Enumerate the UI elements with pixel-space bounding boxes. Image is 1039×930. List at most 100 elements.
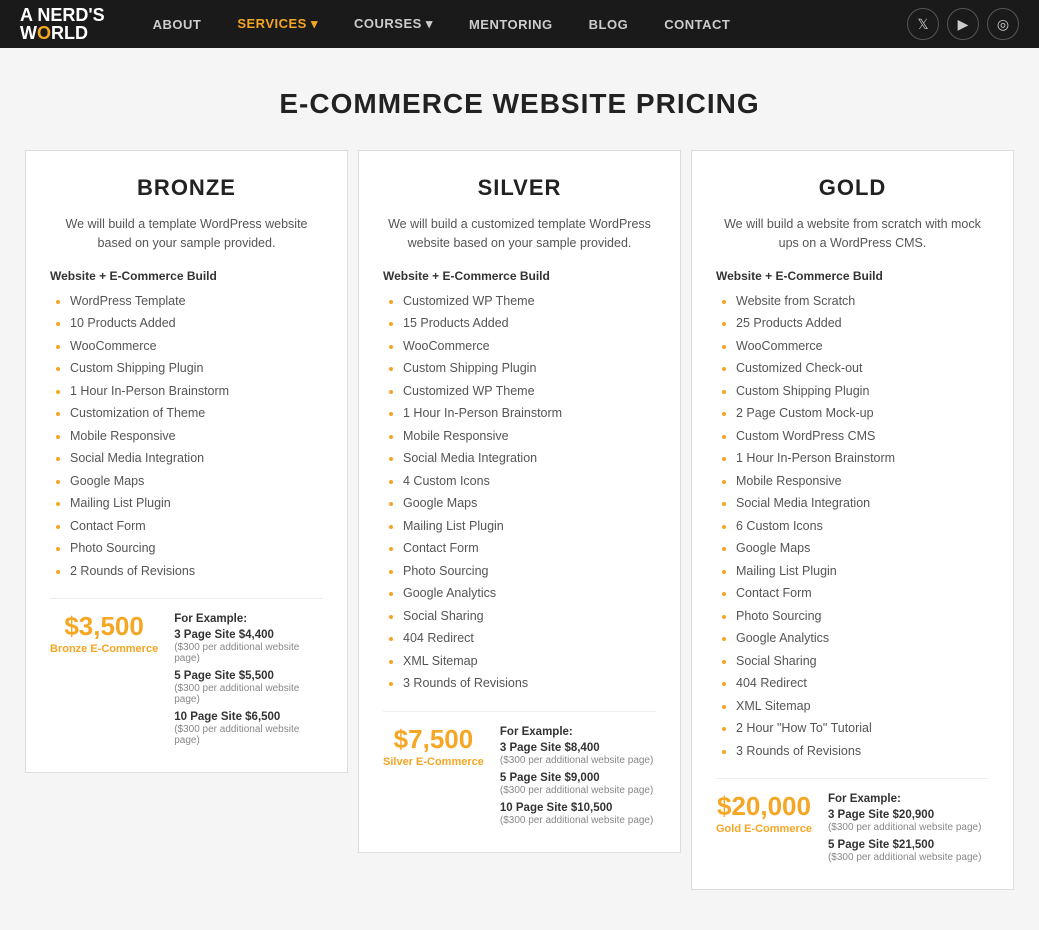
silver-price-block: $7,500 Silver E-Commerce: [383, 726, 484, 768]
list-item: 3 Rounds of Revisions: [736, 743, 989, 761]
gold-features: Website from Scratch 25 Products Added W…: [716, 293, 989, 761]
list-item: 15 Products Added: [403, 315, 656, 333]
nav-contact[interactable]: CONTACT: [646, 0, 748, 48]
list-item: Social Media Integration: [70, 450, 323, 468]
bronze-section-header: Website + E-Commerce Build: [50, 269, 323, 283]
list-item: Mobile Responsive: [403, 428, 656, 446]
list-item: Customized WP Theme: [403, 383, 656, 401]
list-item: 2 Hour "How To" Tutorial: [736, 720, 989, 738]
list-item: 1 Hour In-Person Brainstorm: [736, 450, 989, 468]
list-item: XML Sitemap: [403, 653, 656, 671]
list-item: Social Media Integration: [403, 450, 656, 468]
list-item: 2 Page Custom Mock-up: [736, 405, 989, 423]
gold-price-label: Gold E-Commerce: [716, 823, 812, 835]
silver-price-label: Silver E-Commerce: [383, 756, 484, 768]
gold-desc: We will build a website from scratch wit…: [716, 215, 989, 253]
list-item: Contact Form: [736, 585, 989, 603]
list-item: 4 Custom Icons: [403, 473, 656, 491]
list-item: Contact Form: [70, 518, 323, 536]
list-item: 1 Hour In-Person Brainstorm: [70, 383, 323, 401]
silver-example-2-note: ($300 per additional website page): [500, 815, 656, 826]
silver-example-0-note: ($300 per additional website page): [500, 755, 656, 766]
list-item: 404 Redirect: [403, 630, 656, 648]
gold-footer: $20,000 Gold E-Commerce For Example: 3 P…: [716, 778, 989, 869]
gold-price-block: $20,000 Gold E-Commerce: [716, 793, 812, 835]
bronze-price: $3,500: [50, 613, 158, 639]
gold-title: GOLD: [716, 175, 989, 201]
bronze-price-block: $3,500 Bronze E-Commerce: [50, 613, 158, 655]
page-title: E-COMMERCE WEBSITE PRICING: [0, 48, 1039, 150]
list-item: Website from Scratch: [736, 293, 989, 311]
list-item: 1 Hour In-Person Brainstorm: [403, 405, 656, 423]
bronze-example-0-note: ($300 per additional website page): [174, 642, 323, 664]
nav-mentoring[interactable]: MENTORING: [451, 0, 571, 48]
bronze-card: BRONZE We will build a template WordPres…: [25, 150, 348, 773]
list-item: Google Maps: [403, 495, 656, 513]
silver-example-0: 3 Page Site $8,400: [500, 742, 656, 754]
list-item: Google Maps: [70, 473, 323, 491]
list-item: Google Analytics: [736, 630, 989, 648]
instagram-icon[interactable]: ◎: [987, 8, 1019, 40]
silver-section-header: Website + E-Commerce Build: [383, 269, 656, 283]
gold-example-0: 3 Page Site $20,900: [828, 809, 989, 821]
nav-logo: A NERD'SWORLD: [20, 6, 105, 42]
list-item: 6 Custom Icons: [736, 518, 989, 536]
list-item: Photo Sourcing: [403, 563, 656, 581]
list-item: Social Sharing: [403, 608, 656, 626]
list-item: Google Maps: [736, 540, 989, 558]
bronze-example-2: 10 Page Site $6,500: [174, 711, 323, 723]
list-item: WooCommerce: [736, 338, 989, 356]
nav-social-icons: 𝕏 ▶ ◎: [907, 8, 1019, 40]
bronze-example-2-note: ($300 per additional website page): [174, 724, 323, 746]
bronze-example-1-note: ($300 per additional website page): [174, 683, 323, 705]
list-item: 10 Products Added: [70, 315, 323, 333]
nav-blog[interactable]: BLOG: [571, 0, 647, 48]
list-item: Google Analytics: [403, 585, 656, 603]
bronze-example-1: 5 Page Site $5,500: [174, 670, 323, 682]
list-item: Photo Sourcing: [70, 540, 323, 558]
list-item: Contact Form: [403, 540, 656, 558]
gold-example-0-note: ($300 per additional website page): [828, 822, 989, 833]
list-item: Customized WP Theme: [403, 293, 656, 311]
gold-card: GOLD We will build a website from scratc…: [691, 150, 1014, 890]
nav-services[interactable]: SERVICES ▾: [219, 0, 336, 48]
list-item: WooCommerce: [70, 338, 323, 356]
list-item: Mailing List Plugin: [70, 495, 323, 513]
silver-example-1-note: ($300 per additional website page): [500, 785, 656, 796]
list-item: WooCommerce: [403, 338, 656, 356]
gold-example-1-note: ($300 per additional website page): [828, 852, 989, 863]
silver-desc: We will build a customized template Word…: [383, 215, 656, 253]
gold-for-example: For Example:: [828, 793, 989, 805]
silver-price: $7,500: [383, 726, 484, 752]
twitter-icon[interactable]: 𝕏: [907, 8, 939, 40]
list-item: Customization of Theme: [70, 405, 323, 423]
gold-section-header: Website + E-Commerce Build: [716, 269, 989, 283]
bronze-footer: $3,500 Bronze E-Commerce For Example: 3 …: [50, 598, 323, 752]
list-item: Mobile Responsive: [736, 473, 989, 491]
bronze-title: BRONZE: [50, 175, 323, 201]
list-item: Customized Check-out: [736, 360, 989, 378]
silver-footer: $7,500 Silver E-Commerce For Example: 3 …: [383, 711, 656, 832]
list-item: Social Sharing: [736, 653, 989, 671]
gold-examples: For Example: 3 Page Site $20,900 ($300 p…: [828, 793, 989, 869]
nav-courses[interactable]: COURSES ▾: [336, 0, 451, 48]
list-item: 3 Rounds of Revisions: [403, 675, 656, 693]
list-item: Mailing List Plugin: [736, 563, 989, 581]
youtube-icon[interactable]: ▶: [947, 8, 979, 40]
list-item: Custom WordPress CMS: [736, 428, 989, 446]
list-item: XML Sitemap: [736, 698, 989, 716]
silver-example-2: 10 Page Site $10,500: [500, 802, 656, 814]
list-item: Custom Shipping Plugin: [736, 383, 989, 401]
list-item: 2 Rounds of Revisions: [70, 563, 323, 581]
list-item: Custom Shipping Plugin: [403, 360, 656, 378]
silver-card: SILVER We will build a customized templa…: [358, 150, 681, 853]
silver-title: SILVER: [383, 175, 656, 201]
silver-for-example: For Example:: [500, 726, 656, 738]
silver-features: Customized WP Theme 15 Products Added Wo…: [383, 293, 656, 693]
silver-example-1: 5 Page Site $9,000: [500, 772, 656, 784]
bronze-features: WordPress Template 10 Products Added Woo…: [50, 293, 323, 581]
navbar: A NERD'SWORLD ABOUT SERVICES ▾ COURSES ▾…: [0, 0, 1039, 48]
nav-about[interactable]: ABOUT: [135, 0, 220, 48]
gold-example-1: 5 Page Site $21,500: [828, 839, 989, 851]
gold-price: $20,000: [716, 793, 812, 819]
